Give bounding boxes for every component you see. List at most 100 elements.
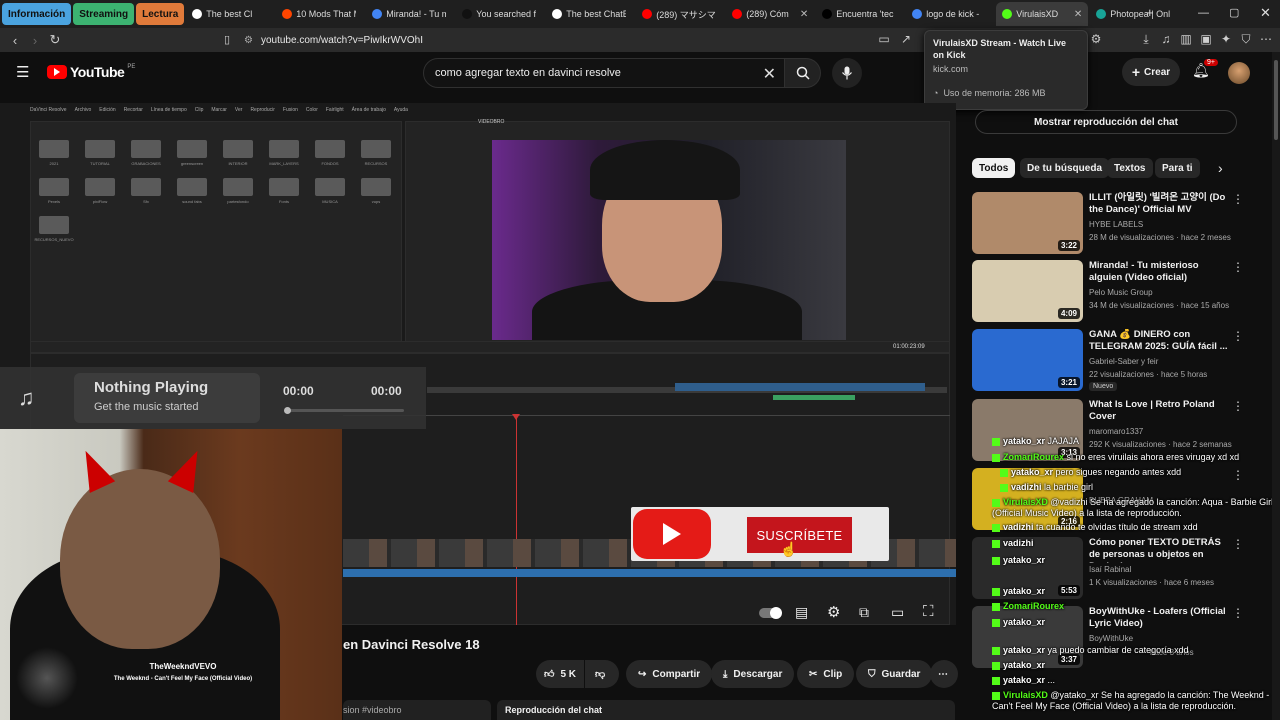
- browser-tab[interactable]: Photopea | Onl: [1090, 2, 1178, 26]
- avatar[interactable]: [1228, 62, 1250, 84]
- video-title-link[interactable]: Miranda! - Tu misterioso alguien (Video …: [1089, 260, 1229, 284]
- miniplayer-icon[interactable]: ⧉: [859, 604, 869, 621]
- show-chat-replay-button[interactable]: Mostrar reproducción del chat: [975, 110, 1237, 134]
- more-options-icon[interactable]: ⋮: [1232, 537, 1244, 551]
- minimize-icon[interactable]: —: [1198, 7, 1209, 19]
- video-title-link[interactable]: GANA 💰 DINERO con TELEGRAM 2025: GUÍA fá…: [1089, 329, 1229, 353]
- menu-dots-icon[interactable]: ⋯: [1258, 32, 1274, 48]
- search-query: como agregar texto en davinci resolve: [435, 67, 621, 79]
- video-thumbnail[interactable]: 3:22: [972, 192, 1083, 254]
- tab-group-2[interactable]: Lectura: [136, 3, 185, 25]
- autoplay-toggle[interactable]: [759, 607, 782, 619]
- clear-search-icon[interactable]: ✕: [763, 64, 776, 84]
- settings-gear-icon[interactable]: ⚙: [827, 603, 840, 621]
- youtube-logo[interactable]: YouTube PE: [47, 64, 135, 80]
- tab-group-1[interactable]: Streaming: [73, 3, 135, 25]
- url-field[interactable]: ⚙ youtube.com/watch?v=PiwIkrWVOhI: [244, 31, 924, 49]
- video-thumbnail[interactable]: 3:21: [972, 329, 1083, 391]
- site-info-icon[interactable]: ⚙: [244, 35, 253, 46]
- dislike-button[interactable]: 👎︎: [585, 660, 619, 688]
- tab-group-0[interactable]: Información: [2, 3, 72, 25]
- notifications-button[interactable]: 🔔︎ 9+: [1192, 59, 1218, 82]
- browser-tab[interactable]: Miranda! - Tu m: [366, 2, 454, 26]
- browser-tab[interactable]: 10 Mods That M: [276, 2, 364, 26]
- share-icon[interactable]: ↗: [898, 32, 914, 48]
- subtitles-icon[interactable]: ▤: [795, 604, 808, 621]
- new-tab-icon[interactable]: +: [1146, 5, 1154, 20]
- recommendation-item[interactable]: 3:22 ILLIT (아일릿) '빌려온 고양이 (Do the Dance)'…: [972, 192, 1272, 256]
- video-title-link[interactable]: What Is Love | Retro Poland Cover: [1089, 399, 1229, 423]
- description-box[interactable]: sion #videobro: [343, 700, 491, 720]
- more-options-icon[interactable]: ⋮: [1232, 399, 1244, 413]
- close-tab-icon[interactable]: ✕: [1074, 9, 1082, 20]
- search-button[interactable]: [785, 58, 821, 88]
- recommendation-item[interactable]: 3:21 GANA 💰 DINERO con TELEGRAM 2025: GUÍ…: [972, 329, 1272, 393]
- more-options-icon[interactable]: ⋮: [1232, 606, 1244, 620]
- voice-search-button[interactable]: [832, 58, 862, 88]
- filter-chip[interactable]: De tu búsqueda: [1020, 158, 1110, 178]
- maximize-icon[interactable]: ▢: [1229, 6, 1239, 19]
- browser-tab[interactable]: Encuentra 'tec: [816, 2, 904, 26]
- more-actions-button[interactable]: ⋯: [930, 660, 958, 688]
- back-icon[interactable]: ‹: [5, 33, 25, 48]
- theater-mode-icon[interactable]: ▭: [891, 604, 904, 621]
- browser-tab[interactable]: VirulaisXD ✕: [996, 2, 1089, 26]
- shield-icon[interactable]: ⛉: [1238, 32, 1254, 48]
- video-thumbnail[interactable]: 3:37: [972, 606, 1083, 668]
- more-options-icon[interactable]: ⋮: [1232, 329, 1244, 343]
- browser-tab[interactable]: logo de kick -: [906, 2, 994, 26]
- bookmark-icon[interactable]: ▯: [224, 33, 230, 46]
- close-window-icon[interactable]: ✕: [1260, 5, 1271, 21]
- more-options-icon[interactable]: ⋮: [1232, 468, 1244, 482]
- fullscreen-icon[interactable]: ⛶: [923, 603, 934, 620]
- channel-name[interactable]: Gabriel-Saber y feir: [1089, 357, 1158, 366]
- save-button[interactable]: ⛉ Guardar: [856, 660, 933, 688]
- video-title-link[interactable]: BoyWithUke - Loafers (Official Lyric Vid…: [1089, 606, 1229, 630]
- extension-icon[interactable]: ⚙: [1088, 32, 1104, 48]
- media-folder-label: Pexels: [47, 199, 60, 204]
- copilot-icon[interactable]: ✦: [1218, 32, 1234, 48]
- hamburger-menu-icon[interactable]: ☰: [16, 63, 29, 81]
- channel-name[interactable]: maromaro1337: [1089, 427, 1143, 436]
- browser-tab[interactable]: The best ChatB: [546, 2, 634, 26]
- filter-chip[interactable]: Textos: [1107, 158, 1153, 178]
- clip-button[interactable]: ✂ Clip: [797, 660, 855, 688]
- chips-next-icon[interactable]: ›: [1218, 160, 1223, 176]
- like-button[interactable]: 👍︎ 5 K: [536, 660, 584, 688]
- media-folder-label: Fonts: [278, 199, 289, 204]
- forward-icon[interactable]: ›: [25, 33, 45, 48]
- video-title-link[interactable]: Cómo poner TEXTO DETRÁS de personas u ob…: [1089, 537, 1229, 563]
- channel-name[interactable]: BoyWithUke: [1089, 634, 1133, 643]
- channel-name[interactable]: Pelo Music Group: [1089, 288, 1153, 297]
- search-input[interactable]: como agregar texto en davinci resolve ✕: [423, 58, 785, 88]
- close-tab-icon[interactable]: ✕: [800, 9, 808, 20]
- filter-chip[interactable]: Todos: [972, 158, 1016, 178]
- wallet-icon[interactable]: ▣: [1198, 32, 1214, 48]
- more-options-icon[interactable]: ⋮: [1232, 260, 1244, 274]
- browser-tab[interactable]: (289) Cóm ✕: [726, 2, 814, 26]
- reload-icon[interactable]: ↻: [45, 32, 65, 48]
- channel-name[interactable]: HYBE LABELS: [1089, 220, 1143, 229]
- browser-tab[interactable]: The best Cl: [186, 2, 274, 26]
- video-thumbnail[interactable]: 4:09: [972, 260, 1083, 322]
- create-button[interactable]: + Crear: [1122, 58, 1180, 86]
- chat-username: vadizhi: [1011, 482, 1042, 492]
- more-options-icon[interactable]: ⋮: [1232, 192, 1244, 206]
- sidepanel-icon[interactable]: ▥: [1178, 32, 1194, 48]
- video-preview-frame: [492, 140, 846, 340]
- recommendation-item[interactable]: 4:09 Miranda! - Tu misterioso alguien (Vi…: [972, 260, 1272, 324]
- browser-tab[interactable]: (289) マサシマム: [636, 2, 724, 26]
- download-button[interactable]: ⤓ Descargar: [711, 660, 795, 688]
- page-scrollbar[interactable]: [1272, 52, 1280, 720]
- cast-icon[interactable]: ▭: [876, 32, 892, 48]
- video-title-link[interactable]: ILLIT (아일릿) '빌려온 고양이 (Do the Dance)' Off…: [1089, 192, 1229, 216]
- media-icon[interactable]: ♫: [1158, 32, 1174, 48]
- music-progress-bar[interactable]: [284, 407, 404, 414]
- scrollbar-thumb[interactable]: [1274, 60, 1278, 140]
- share-button[interactable]: ↪ Compartir: [626, 660, 713, 688]
- channel-name[interactable]: Isaí Rabinal: [1089, 565, 1131, 574]
- downloads-icon[interactable]: ⤓: [1138, 32, 1154, 48]
- browser-tab[interactable]: You searched fo: [456, 2, 544, 26]
- timeline-playhead[interactable]: [516, 416, 517, 625]
- filter-chip[interactable]: Para ti: [1155, 158, 1200, 178]
